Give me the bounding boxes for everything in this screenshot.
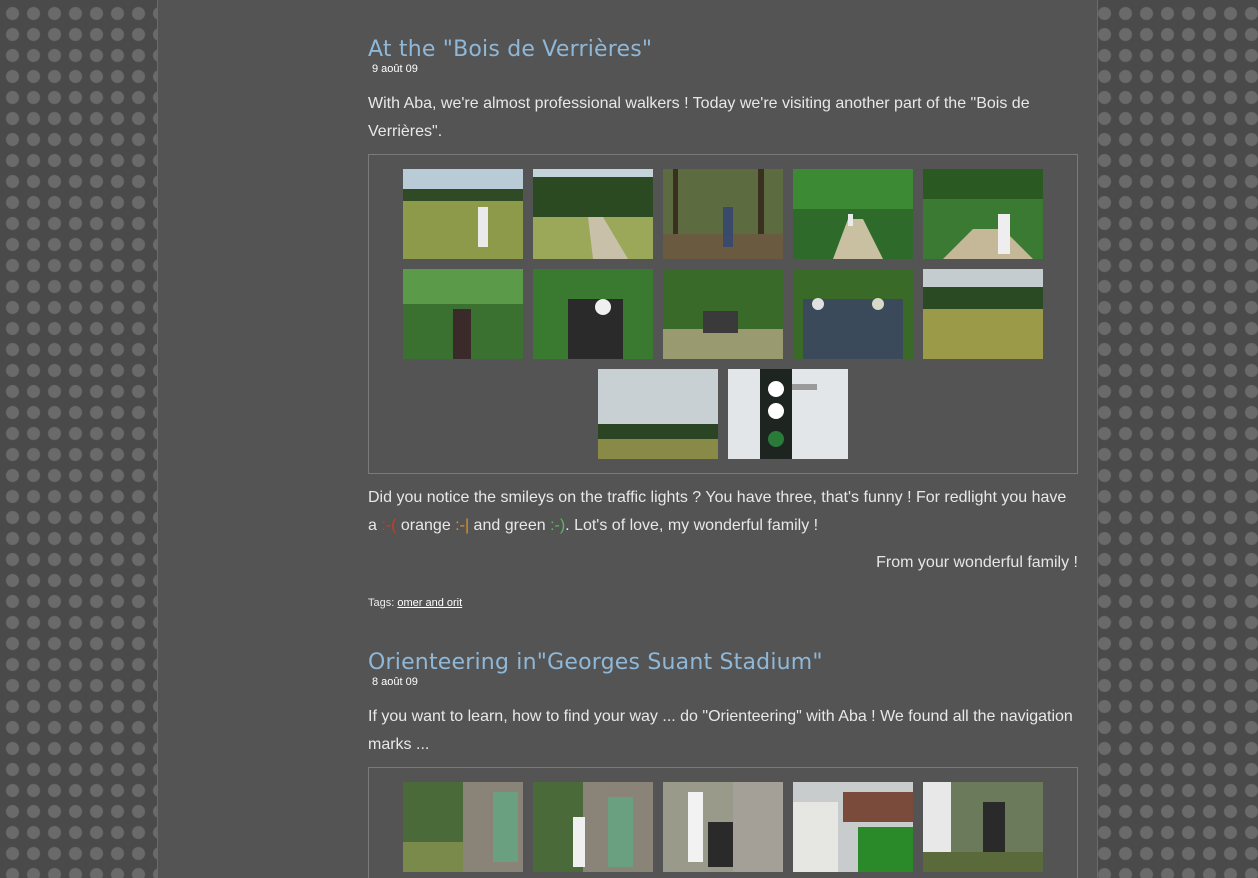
post-date: 9 août 09 bbox=[372, 63, 418, 75]
post-intro: With Aba, we're almost professional walk… bbox=[368, 95, 1030, 140]
tag-link[interactable]: omer and orit bbox=[397, 597, 462, 609]
gallery-row bbox=[369, 169, 1077, 269]
photo-thumbnail[interactable] bbox=[728, 369, 848, 459]
smiley-red: :-( bbox=[381, 517, 397, 534]
post-signature: From your wonderful family ! bbox=[876, 554, 1078, 571]
outro-text: . Lot's of love, my wonderful family ! bbox=[565, 517, 819, 534]
photo-thumbnail[interactable] bbox=[923, 169, 1043, 259]
post-intro: If you want to learn, how to find your w… bbox=[368, 708, 1073, 753]
post-outro: Did you notice the smileys on the traffi… bbox=[368, 484, 1078, 540]
photo-thumbnail[interactable] bbox=[533, 782, 653, 872]
post-date: 8 août 09 bbox=[372, 676, 418, 688]
photo-thumbnail[interactable] bbox=[663, 782, 783, 872]
post-orienteering: Orienteering in"Georges Suant Stadium" 8… bbox=[368, 649, 1078, 878]
post-title[interactable]: Orienteering in"Georges Suant Stadium" bbox=[368, 649, 1078, 677]
outro-text: and green bbox=[469, 517, 551, 534]
photo-thumbnail[interactable] bbox=[663, 269, 783, 359]
post-tags: Tags: omer and orit bbox=[368, 597, 1078, 609]
photo-thumbnail[interactable] bbox=[793, 782, 913, 872]
gallery-row bbox=[369, 782, 1077, 872]
photo-thumbnail[interactable] bbox=[403, 269, 523, 359]
smiley-orange: :-| bbox=[455, 517, 470, 534]
photo-thumbnail[interactable] bbox=[403, 169, 523, 259]
gallery-row bbox=[369, 269, 1077, 369]
photo-thumbnail[interactable] bbox=[533, 269, 653, 359]
photo-thumbnail[interactable] bbox=[663, 169, 783, 259]
photo-gallery bbox=[368, 767, 1078, 878]
photo-thumbnail[interactable] bbox=[403, 782, 523, 872]
photo-thumbnail[interactable] bbox=[923, 782, 1043, 872]
smiley-green: :-) bbox=[550, 517, 566, 534]
photo-thumbnail[interactable] bbox=[598, 369, 718, 459]
page-container: At the "Bois de Verrières" 9 août 09 Wit… bbox=[157, 0, 1098, 878]
photo-thumbnail[interactable] bbox=[793, 169, 913, 259]
tags-label: Tags: bbox=[368, 597, 395, 609]
photo-gallery bbox=[368, 154, 1078, 474]
outro-text: orange bbox=[396, 517, 456, 534]
gallery-row bbox=[369, 369, 1077, 459]
photo-thumbnail[interactable] bbox=[793, 269, 913, 359]
post-title[interactable]: At the "Bois de Verrières" bbox=[368, 36, 1078, 64]
post-bois-de-verrieres: At the "Bois de Verrières" 9 août 09 Wit… bbox=[368, 36, 1078, 609]
photo-thumbnail[interactable] bbox=[923, 269, 1043, 359]
photo-thumbnail[interactable] bbox=[533, 169, 653, 259]
